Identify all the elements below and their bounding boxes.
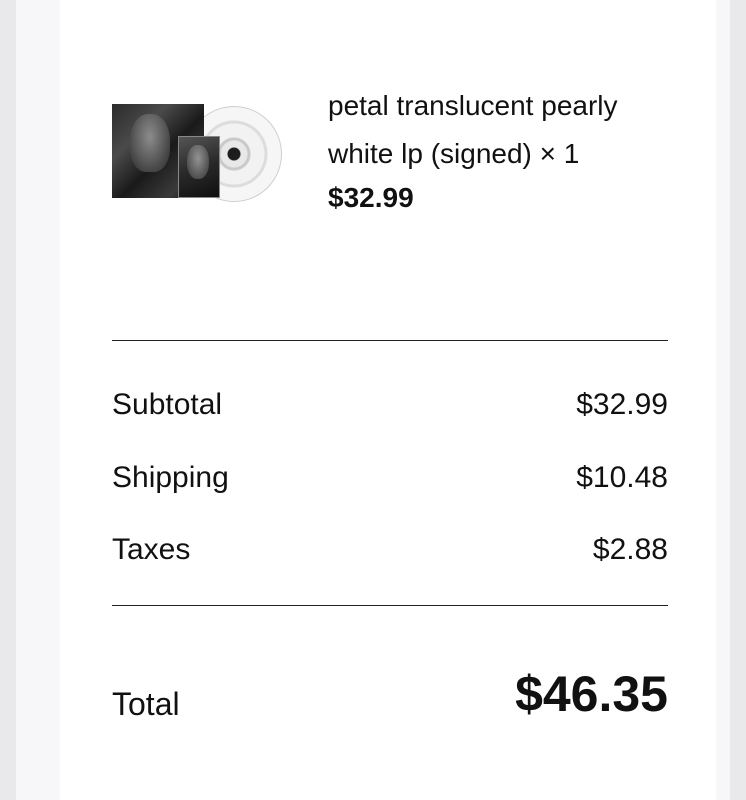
order-summary-card: petal translucent pearly white lp (signe…: [60, 0, 716, 800]
total-value: $46.35: [515, 666, 668, 722]
subtotal-label: Subtotal: [112, 388, 223, 421]
taxes-row: Taxes $2.88: [112, 530, 668, 570]
product-price: $32.99: [328, 182, 414, 213]
shipping-value: $10.48: [576, 461, 668, 494]
page-backdrop: petal translucent pearly white lp (signe…: [16, 0, 730, 800]
product-info: petal translucent pearly white lp (signe…: [328, 82, 678, 218]
taxes-value: $2.88: [592, 533, 668, 566]
taxes-label: Taxes: [112, 533, 191, 566]
divider-top: [112, 340, 668, 341]
product-name: petal translucent pearly white lp (signe…: [328, 82, 678, 178]
divider-bottom: [112, 605, 668, 606]
product-image: [112, 104, 282, 204]
insert-card-icon: [178, 136, 220, 198]
total-label: Total: [112, 686, 180, 722]
shipping-row: Shipping $10.48: [112, 458, 668, 498]
cover-portrait-icon: [130, 114, 170, 172]
product-name-line2: white lp (signed) × 1: [328, 138, 580, 169]
total-row: Total $46.35: [112, 664, 668, 724]
product-name-line1: petal translucent pearly: [328, 90, 618, 121]
subtotal-row: Subtotal $32.99: [112, 385, 668, 425]
insert-portrait-icon: [187, 145, 209, 179]
line-item: petal translucent pearly white lp (signe…: [112, 82, 672, 222]
subtotal-value: $32.99: [576, 388, 668, 421]
shipping-label: Shipping: [112, 461, 229, 494]
